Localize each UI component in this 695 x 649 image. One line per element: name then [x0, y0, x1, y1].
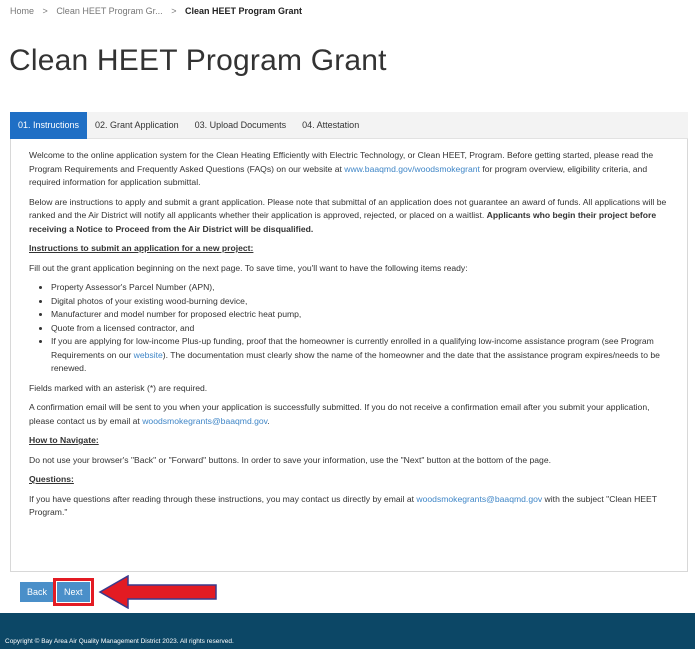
tab-grant-application[interactable]: 02. Grant Application [87, 112, 187, 139]
breadcrumb: Home > Clean HEET Program Gr... > Clean … [10, 6, 302, 16]
breadcrumb-separator: > [42, 6, 48, 16]
section-heading-new-project: Instructions to submit an application fo… [29, 243, 254, 253]
required-fields-note: Fields marked with an asterisk (*) are r… [29, 382, 208, 393]
tab-attestation[interactable]: 04. Attestation [294, 112, 367, 139]
program-website-link[interactable]: www.baaqmd.gov/woodsmokegrant [344, 164, 480, 174]
questions-email-link[interactable]: woodsmokegrants@baaqmd.gov [416, 494, 542, 504]
page-title: Clean HEET Program Grant [9, 44, 387, 77]
fill-out-paragraph: Fill out the grant application beginning… [29, 262, 468, 273]
section-heading-navigate: How to Navigate: [29, 435, 99, 445]
contact-email-link[interactable]: woodsmokegrants@baaqmd.gov [142, 416, 267, 426]
list-item: Quote from a licensed contractor, and [51, 322, 677, 336]
list-item: Manufacturer and model number for propos… [51, 308, 677, 322]
back-button[interactable]: Back [20, 582, 55, 602]
instructions-panel: Welcome to the online application system… [10, 139, 688, 572]
questions-paragraph: If you have questions after reading thro… [29, 493, 657, 518]
section-heading-questions: Questions: [29, 474, 74, 484]
red-arrow-annotation-icon [98, 575, 217, 609]
tab-instructions[interactable]: 01. Instructions [10, 112, 88, 139]
breadcrumb-parent-link[interactable]: Clean HEET Program Gr... [56, 6, 162, 16]
next-button[interactable]: Next [53, 578, 94, 606]
website-link[interactable]: website [134, 350, 163, 360]
confirmation-paragraph: A confirmation email will be sent to you… [29, 402, 650, 426]
required-items-list: Property Assessor's Parcel Number (APN),… [29, 281, 677, 376]
list-item: If you are applying for low-income Plus-… [51, 335, 677, 376]
breadcrumb-home-link[interactable]: Home [10, 6, 34, 16]
instructions-paragraph: Below are instructions to apply and subm… [29, 196, 667, 234]
list-item: Digital photos of your existing wood-bur… [51, 295, 677, 309]
list-item: Property Assessor's Parcel Number (APN), [51, 281, 677, 295]
navigate-paragraph: Do not use your browser's "Back" or "For… [29, 454, 551, 465]
tab-upload-documents[interactable]: 03. Upload Documents [187, 112, 295, 139]
breadcrumb-separator: > [171, 6, 177, 16]
intro-paragraph: Welcome to the online application system… [29, 150, 654, 187]
form-navigation: Back Next [10, 572, 688, 613]
site-footer: Copyright © Bay Area Air Quality Managem… [0, 613, 695, 649]
step-tabs: 01. Instructions 02. Grant Application 0… [10, 112, 688, 139]
breadcrumb-current: Clean HEET Program Grant [184, 6, 303, 16]
